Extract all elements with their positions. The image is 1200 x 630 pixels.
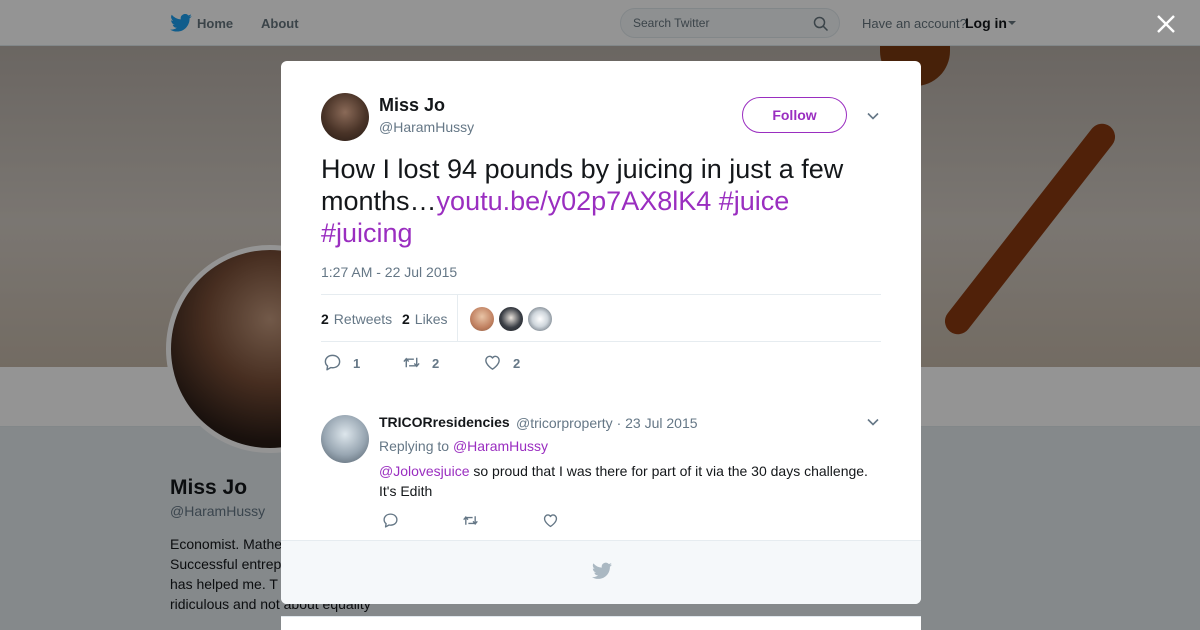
reply-count: 1 — [353, 356, 361, 371]
reply-date[interactable]: 23 Jul 2015 — [625, 415, 697, 431]
replying-to-handle[interactable]: @HaramHussy — [453, 438, 548, 454]
liker-avatar[interactable] — [470, 307, 494, 331]
next-panel-edge — [281, 616, 921, 630]
like-count: 2 — [513, 356, 521, 371]
reply-tweet[interactable]: TRICORresidencies @tricorproperty · 23 J… — [281, 399, 921, 539]
like-button[interactable]: 2 — [483, 353, 533, 373]
reply-author-handle[interactable]: @tricorproperty — [516, 415, 613, 431]
retweet-icon — [403, 357, 420, 368]
retweets-label: Retweets — [333, 311, 393, 327]
follow-button[interactable]: Follow — [742, 97, 847, 133]
chevron-down-icon[interactable] — [866, 109, 880, 123]
reply-meta: @tricorproperty · 23 Jul 2015 — [516, 415, 698, 431]
stats-divider — [457, 295, 458, 341]
tweet-stats: 2 Retweets 2 Likes — [321, 294, 881, 342]
likes-count: 2 — [402, 311, 410, 327]
hashtag-juice[interactable]: #juice — [719, 186, 790, 216]
reply-mention[interactable]: @Jolovesjuice — [379, 463, 469, 479]
modal-footer — [281, 540, 921, 604]
reply-reply-button[interactable] — [382, 512, 400, 530]
reply-text: @Jolovesjuice so proud that I was there … — [379, 461, 884, 501]
hashtag-juicing[interactable]: #juicing — [321, 218, 413, 248]
likes-label: Likes — [414, 311, 448, 327]
tweet-text: How I lost 94 pounds by juicing in just … — [321, 153, 881, 249]
retweets-count: 2 — [321, 311, 329, 327]
heart-icon — [543, 514, 558, 528]
twitter-bird-icon — [592, 562, 612, 579]
retweets-stat[interactable]: 2 Retweets — [321, 311, 392, 327]
tweet-author-handle[interactable]: @HaramHussy — [379, 119, 474, 135]
tweet-actions: 1 2 2 — [321, 351, 621, 375]
liker-avatar[interactable] — [528, 307, 552, 331]
reply-like-button[interactable] — [542, 512, 560, 530]
tweet-modal: Miss Jo @HaramHussy Follow How I lost 94… — [281, 61, 921, 604]
tweet-link[interactable]: youtu.be/y02p7AX8lK4 — [437, 186, 712, 216]
reply-author-avatar[interactable] — [321, 415, 369, 463]
tweet-author-avatar[interactable] — [321, 93, 369, 141]
close-icon[interactable] — [1155, 13, 1177, 35]
retweet-button[interactable]: 2 — [402, 353, 452, 373]
chevron-down-icon[interactable] — [866, 415, 880, 429]
replying-to-label: Replying to — [379, 438, 450, 454]
liker-avatar[interactable] — [499, 307, 523, 331]
reply-actions — [379, 512, 679, 532]
reply-icon — [383, 513, 398, 528]
reply-retweet-button[interactable] — [462, 512, 480, 530]
meta-separator: · — [616, 415, 622, 431]
likes-stat[interactable]: 2 Likes — [402, 311, 447, 327]
tweet-timestamp[interactable]: 1:27 AM - 22 Jul 2015 — [321, 264, 457, 280]
retweet-icon — [463, 516, 478, 525]
reply-button[interactable]: 1 — [323, 353, 373, 373]
retweet-count: 2 — [432, 356, 440, 371]
reply-icon — [324, 354, 341, 371]
heart-icon — [485, 355, 500, 370]
replying-to: Replying to @HaramHussy — [379, 438, 548, 454]
tweet-author-name[interactable]: Miss Jo — [379, 95, 445, 116]
reply-author-name[interactable]: TRICORresidencies — [379, 414, 510, 430]
